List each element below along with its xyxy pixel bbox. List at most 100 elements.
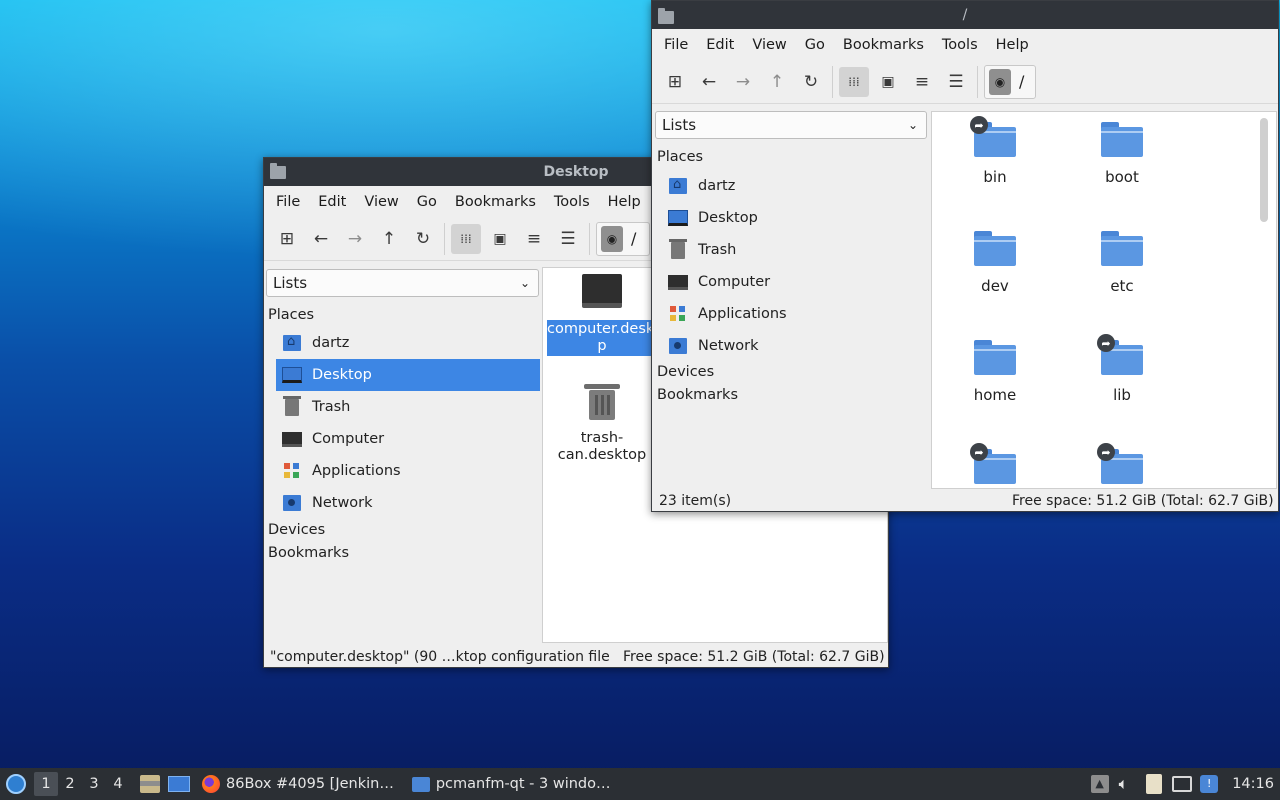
folder-item[interactable]: ➦ xyxy=(940,443,1050,484)
workspace-1[interactable]: 1 xyxy=(34,772,58,796)
window-titlebar[interactable]: / xyxy=(652,1,1278,29)
sidebar-item-network[interactable]: Network xyxy=(276,487,540,519)
sidebar-item-computer[interactable]: Computer xyxy=(276,423,540,455)
devices-header[interactable]: Devices xyxy=(655,364,714,380)
sidebar-item-network[interactable]: Network xyxy=(662,330,928,362)
grid-view-icon: ⁞⁞⁞ xyxy=(848,74,860,89)
folder-icon xyxy=(1101,231,1143,266)
forward-button[interactable]: → xyxy=(340,224,370,254)
show-desktop-button[interactable] xyxy=(168,776,190,792)
menu-edit[interactable]: Edit xyxy=(697,37,743,53)
sidebar-item-trash[interactable]: Trash xyxy=(276,391,540,423)
menu-help[interactable]: Help xyxy=(599,194,650,210)
folder-item-boot[interactable]: boot xyxy=(1067,122,1177,186)
workspace-2[interactable]: 2 xyxy=(58,772,82,796)
back-button[interactable]: ← xyxy=(306,224,336,254)
detail-view-button[interactable]: ☰ xyxy=(941,67,971,97)
compact-view-button[interactable]: ≡ xyxy=(519,224,549,254)
folder-item[interactable]: ➦ xyxy=(1067,443,1177,484)
up-button[interactable]: ↑ xyxy=(762,67,792,97)
menu-tools[interactable]: Tools xyxy=(545,194,599,210)
reload-icon: ↻ xyxy=(803,71,819,92)
symlink-icon: ➦ xyxy=(1097,334,1115,352)
update-notifier-icon[interactable]: ! xyxy=(1200,775,1219,793)
quicklaunch-file-manager[interactable] xyxy=(140,775,160,793)
sidebar-item-desktop[interactable]: Desktop xyxy=(662,202,928,234)
back-button[interactable]: ← xyxy=(694,67,724,97)
sidebar-item-applications[interactable]: Applications xyxy=(276,455,540,487)
folder-item-lib[interactable]: ➦ lib xyxy=(1067,334,1177,404)
menu-file[interactable]: File xyxy=(655,37,697,53)
path-bar[interactable]: ◉ / xyxy=(596,221,650,256)
task-86box[interactable]: 86Box #4095 [Jenkin… xyxy=(202,775,394,793)
folder-icon: ➦ xyxy=(970,443,1016,484)
menu-go[interactable]: Go xyxy=(796,37,834,53)
menu-bookmarks[interactable]: Bookmarks xyxy=(446,194,545,210)
thumbnail-view-button[interactable]: ▣ xyxy=(873,67,903,97)
menu-go[interactable]: Go xyxy=(408,194,446,210)
sidebar-item-label: dartz xyxy=(312,335,350,351)
forward-button[interactable]: → xyxy=(728,67,758,97)
task-pcmanfm[interactable]: pcmanfm-qt - 3 windo… xyxy=(411,776,611,792)
sidebar-item-dartz[interactable]: dartz xyxy=(276,327,540,359)
icon-view-button[interactable]: ⁞⁞⁞ xyxy=(839,66,869,97)
sidebar-mode-select[interactable]: Lists ⌄ xyxy=(266,269,539,297)
menu-file[interactable]: File xyxy=(267,194,309,210)
image-icon: ▣ xyxy=(493,230,507,247)
file-item-trash-can-desktop[interactable]: trash- can.desktop xyxy=(547,384,657,464)
places-header: Places xyxy=(268,307,315,323)
devices-header[interactable]: Devices xyxy=(266,522,325,538)
home-folder-icon xyxy=(282,334,302,352)
workspace-4[interactable]: 4 xyxy=(106,772,130,796)
sidebar-item-computer[interactable]: Computer xyxy=(662,266,928,298)
list-icon: ≡ xyxy=(914,71,930,92)
volume-icon[interactable]: 🔈︎ xyxy=(1119,774,1129,794)
menu-view[interactable]: View xyxy=(355,194,407,210)
sidebar-item-label: Applications xyxy=(698,306,787,322)
workspace-3[interactable]: 3 xyxy=(82,772,106,796)
compact-view-button[interactable]: ≡ xyxy=(907,67,937,97)
bookmarks-header[interactable]: Bookmarks xyxy=(266,545,349,561)
new-tab-button[interactable]: ⊞ xyxy=(272,224,302,254)
home-folder-icon xyxy=(668,177,688,195)
network-icon xyxy=(282,494,302,512)
reload-button[interactable]: ↻ xyxy=(408,224,438,254)
sidebar-item-desktop[interactable]: Desktop xyxy=(276,359,540,391)
folder-item-home[interactable]: home xyxy=(940,340,1050,404)
up-button[interactable]: ↑ xyxy=(374,224,404,254)
reload-button[interactable]: ↻ xyxy=(796,67,826,97)
file-item-computer-desktop[interactable]: computer.deskto p xyxy=(547,274,669,356)
sidebar-mode-select[interactable]: Lists ⌄ xyxy=(655,111,927,139)
menu-edit[interactable]: Edit xyxy=(309,194,355,210)
menubar: File Edit View Go Bookmarks Tools Help xyxy=(652,29,1278,60)
lxqt-logo-icon xyxy=(6,774,26,794)
computer-icon xyxy=(282,430,302,448)
menu-view[interactable]: View xyxy=(743,37,795,53)
detail-view-button[interactable]: ☰ xyxy=(553,224,583,254)
tray-expand-button[interactable]: ▲ xyxy=(1090,775,1109,793)
folder-item-etc[interactable]: etc xyxy=(1067,231,1177,295)
path-bar[interactable]: ◉ / xyxy=(984,64,1036,99)
folder-icon xyxy=(1101,122,1143,157)
clipboard-icon[interactable] xyxy=(1146,774,1163,794)
menu-tools[interactable]: Tools xyxy=(933,37,987,53)
network-status-icon[interactable] xyxy=(1172,776,1193,792)
file-view[interactable]: ➦ bin boot dev etc home ➦ lib ➦ ➦ xyxy=(931,111,1277,489)
start-menu-button[interactable] xyxy=(0,768,32,800)
folder-item-dev[interactable]: dev xyxy=(940,231,1050,295)
thumbnail-view-button[interactable]: ▣ xyxy=(485,224,515,254)
symlink-icon: ➦ xyxy=(1097,443,1115,461)
clock[interactable]: 14:16 xyxy=(1232,776,1274,792)
window-title: / xyxy=(962,7,968,23)
icon-view-button[interactable]: ⁞⁞⁞ xyxy=(451,223,481,254)
menu-help[interactable]: Help xyxy=(987,37,1038,53)
sidebar-item-applications[interactable]: Applications xyxy=(662,298,928,330)
sidebar-item-dartz[interactable]: dartz xyxy=(662,170,928,202)
new-tab-button[interactable]: ⊞ xyxy=(660,67,690,97)
bookmarks-header[interactable]: Bookmarks xyxy=(655,387,738,403)
folder-item-bin[interactable]: ➦ bin xyxy=(940,116,1050,186)
applications-icon xyxy=(282,462,302,480)
vertical-scrollbar[interactable] xyxy=(1260,118,1268,222)
menu-bookmarks[interactable]: Bookmarks xyxy=(834,37,933,53)
sidebar-item-trash[interactable]: Trash xyxy=(662,234,928,266)
